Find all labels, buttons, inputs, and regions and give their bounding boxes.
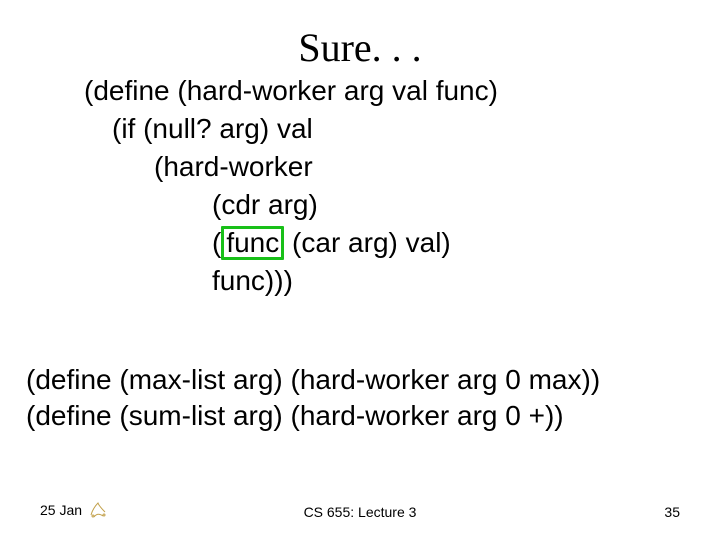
code-line-2: (if (null? arg) val [84,110,498,148]
code-line-4: (cdr arg) [84,186,498,224]
code-line-6: func))) [84,262,498,300]
slide: Sure. . . (define (hard-worker arg val f… [0,0,720,540]
slide-title: Sure. . . [0,24,720,71]
code-line-5-rest: (car arg) val) [284,227,450,258]
lower-line-1: (define (max-list arg) (hard-worker arg … [26,362,600,398]
footer-course: CS 655: Lecture 3 [0,504,720,520]
code-line-3: (hard-worker [84,148,498,186]
code-line-1: (define (hard-worker arg val func) [84,72,498,110]
lower-line-2: (define (sum-list arg) (hard-worker arg … [26,398,600,434]
code-block-main: (define (hard-worker arg val func) (if (… [84,72,498,300]
code-block-lower: (define (max-list arg) (hard-worker arg … [26,362,600,434]
footer-page-number: 35 [664,504,680,520]
code-line-5: (func (car arg) val) [84,224,498,262]
paren-open: ( [212,227,221,258]
highlighted-func: func [221,226,284,260]
